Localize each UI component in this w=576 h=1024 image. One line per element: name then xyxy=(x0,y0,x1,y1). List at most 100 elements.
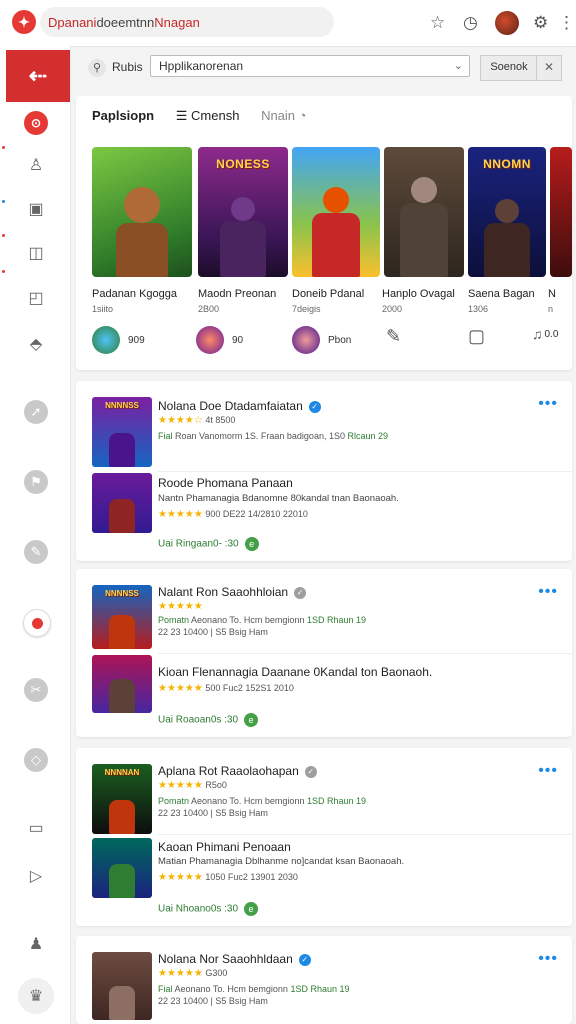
game-thumbnail[interactable]: NNNNSS xyxy=(92,585,152,649)
upload-icon: ⬘ xyxy=(29,336,43,353)
more-options-icon[interactable]: ••• xyxy=(538,950,558,968)
game-name[interactable]: N xyxy=(548,288,556,300)
notification-icon[interactable]: ♫ xyxy=(532,326,543,342)
tab-applications[interactable]: Paplsiopn xyxy=(92,108,154,123)
item-title[interactable]: Aplana Rot Raaolaohapan ✓ xyxy=(158,764,317,778)
thumbnail-figure xyxy=(109,615,135,649)
sidebar-item-record[interactable] xyxy=(23,609,51,637)
game-thumbnail[interactable] xyxy=(92,838,152,898)
brand-logo-icon[interactable]: ✦ xyxy=(12,10,36,34)
item-title[interactable]: Kaoan Phimani Penoaan xyxy=(158,840,291,854)
card-footer: 909 xyxy=(92,326,145,354)
game-card[interactable] xyxy=(384,147,464,277)
sidebar-item-send[interactable]: ➚ xyxy=(24,400,48,424)
sidebar-item-upload[interactable]: ⬘ xyxy=(24,332,48,356)
item-link[interactable]: Uai Roaoan0s :30 e xyxy=(158,713,259,727)
sidebar-item-play[interactable]: ▷ xyxy=(24,864,48,888)
close-icon[interactable]: ✕ xyxy=(536,55,562,81)
star-icon[interactable]: ☆ xyxy=(430,13,445,33)
sidebar-item-account[interactable]: ♛ xyxy=(18,978,54,1014)
game-card[interactable]: NONESS xyxy=(198,147,288,277)
item-title[interactable]: Kioan Flenannagia Daanane 0Kandal ton Ba… xyxy=(158,665,432,679)
game-thumbnail[interactable]: NNNNSS xyxy=(92,397,152,467)
chevron-down-icon[interactable]: ⌄ xyxy=(454,56,463,76)
avatar[interactable] xyxy=(92,326,120,354)
list-item[interactable]: NNNNSS Nolana Doe Dtadamfaiatan ✓ ★★★★☆ 4… xyxy=(76,381,572,471)
address-bar[interactable]: Dpanani doeemtnn Nnagan xyxy=(40,7,334,37)
search-label: ⚲ Rubis xyxy=(88,59,143,77)
list-item[interactable]: Kaoan Phimani Penoaan Matian Phamanagia … xyxy=(76,834,572,926)
card-footer: ♫ 0.0 xyxy=(532,326,558,342)
game-name[interactable]: Maodn Preonan xyxy=(198,288,276,300)
bookmark-icon[interactable]: ✎ xyxy=(386,326,401,347)
item-link[interactable]: Uai Nhoano0s :30 e xyxy=(158,902,259,916)
item-link[interactable]: Uai Ringaan0- :30 e xyxy=(158,537,259,551)
card-footer-text: 90 xyxy=(232,334,244,346)
sidebar-item-share[interactable]: ✂ xyxy=(24,678,48,702)
search-input[interactable]: Hpplikanorenan ⌄ xyxy=(150,55,470,77)
more-options-icon[interactable]: ••• xyxy=(538,762,558,780)
search-button[interactable]: Soenok xyxy=(480,55,538,81)
game-card[interactable] xyxy=(292,147,380,277)
item-title[interactable]: Nolana Doe Dtadamfaiatan ✓ xyxy=(158,399,321,413)
item-title[interactable]: Nalant Ron Saaohhloian ✓ xyxy=(158,585,307,599)
sidebar-item-flag[interactable]: ⚑ xyxy=(24,470,48,494)
game-name[interactable]: Hanplo Ovagal xyxy=(382,288,455,300)
thumbnail-figure xyxy=(109,433,135,467)
card-footer-text: 909 xyxy=(128,334,145,346)
list-item[interactable]: NNNNAN Aplana Rot Raaolaohapan ✓ ★★★★★ R5… xyxy=(76,748,572,836)
avatar[interactable] xyxy=(292,326,320,354)
item-description: Matian Phamanagia Dblhanme no]candat ksa… xyxy=(158,856,405,867)
more-options-icon[interactable]: ••• xyxy=(538,395,558,413)
gear-icon[interactable]: ⚙ xyxy=(533,13,548,33)
avatar[interactable] xyxy=(495,11,519,35)
search-icon[interactable]: ⚲ xyxy=(88,59,106,77)
game-name[interactable]: Saena Bagan xyxy=(468,288,535,300)
card-footer: ✎ xyxy=(386,326,401,347)
rating-stars: ★★★★★ xyxy=(158,509,203,520)
sidebar-item-compass[interactable]: ◇ xyxy=(24,748,48,772)
item-title[interactable]: Roode Phomana Panaan xyxy=(158,476,293,490)
sidebar-item-user[interactable]: ♙ xyxy=(24,153,48,177)
item-title[interactable]: Nolana Nor Saaohhldaan ✓ xyxy=(158,952,311,966)
game-thumbnail[interactable]: NNNNAN xyxy=(92,764,152,834)
sidebar-item-tv[interactable]: ▭ xyxy=(24,816,48,840)
card-footer-text: Pbon xyxy=(328,334,352,346)
list-item[interactable]: Nolana Nor Saaohhldaan ✓ ★★★★★ G300 Fial … xyxy=(76,936,572,1024)
game-thumbnail[interactable] xyxy=(92,952,152,1020)
verified-icon: ✓ xyxy=(308,400,321,413)
tab-menu[interactable]: ☰ Cmensh xyxy=(176,108,240,124)
indicator-dot xyxy=(2,146,5,149)
rating-stars: ★★★★★ xyxy=(158,601,203,612)
game-thumbnail[interactable] xyxy=(92,473,152,533)
rating-stars: ★★★★☆ xyxy=(158,415,203,426)
meta-text: Aeonano To. Hcm bemgionn xyxy=(191,796,305,806)
game-card[interactable] xyxy=(92,147,192,277)
game-card[interactable]: NNOMN xyxy=(468,147,546,277)
sidebar-item-pin[interactable]: ✎ xyxy=(24,540,48,564)
search-input-value: Hpplikanorenan xyxy=(159,59,244,73)
game-card[interactable] xyxy=(550,147,572,277)
sidebar-item-stats[interactable]: ◰ xyxy=(24,286,48,310)
item-meta: Fial Roan Vanomorm 1S. Fraan badigoan, 1… xyxy=(158,431,388,441)
sidebar-item-home[interactable]: ⊙ xyxy=(24,111,48,135)
clock-icon[interactable]: ◷ xyxy=(463,13,478,33)
more-options-icon[interactable]: ••• xyxy=(538,583,558,601)
list-item[interactable]: NNNNSS Nalant Ron Saaohhloian ✓ ★★★★★ Pom… xyxy=(76,569,572,653)
sidebar-item-monitor[interactable]: ◫ xyxy=(24,241,48,265)
game-thumbnail[interactable] xyxy=(92,655,152,713)
avatar[interactable] xyxy=(196,326,224,354)
sidebar-item-doc[interactable]: ▣ xyxy=(24,197,48,221)
more-vertical-icon[interactable]: ⋮ xyxy=(558,13,575,33)
indicator-dot xyxy=(2,270,5,273)
collapse-sidebar-button[interactable]: ⇠ xyxy=(6,50,70,102)
share-icon: ✂ xyxy=(30,682,42,697)
game-name[interactable]: Doneib Pdanal xyxy=(292,288,364,300)
sidebar-item-profile[interactable]: ♟ xyxy=(24,932,48,956)
play-store-icon: e xyxy=(244,902,259,916)
document-icon[interactable]: ▢ xyxy=(468,326,485,347)
game-name[interactable]: Padanan Kgogga xyxy=(92,288,177,300)
tab-nain[interactable]: Nnain ◔ xyxy=(261,108,306,123)
list-item[interactable]: Kioan Flenannagia Daanane 0Kandal ton Ba… xyxy=(76,653,572,737)
list-item[interactable]: Roode Phomana Panaan Nantn Phamanagia Bd… xyxy=(76,471,572,561)
